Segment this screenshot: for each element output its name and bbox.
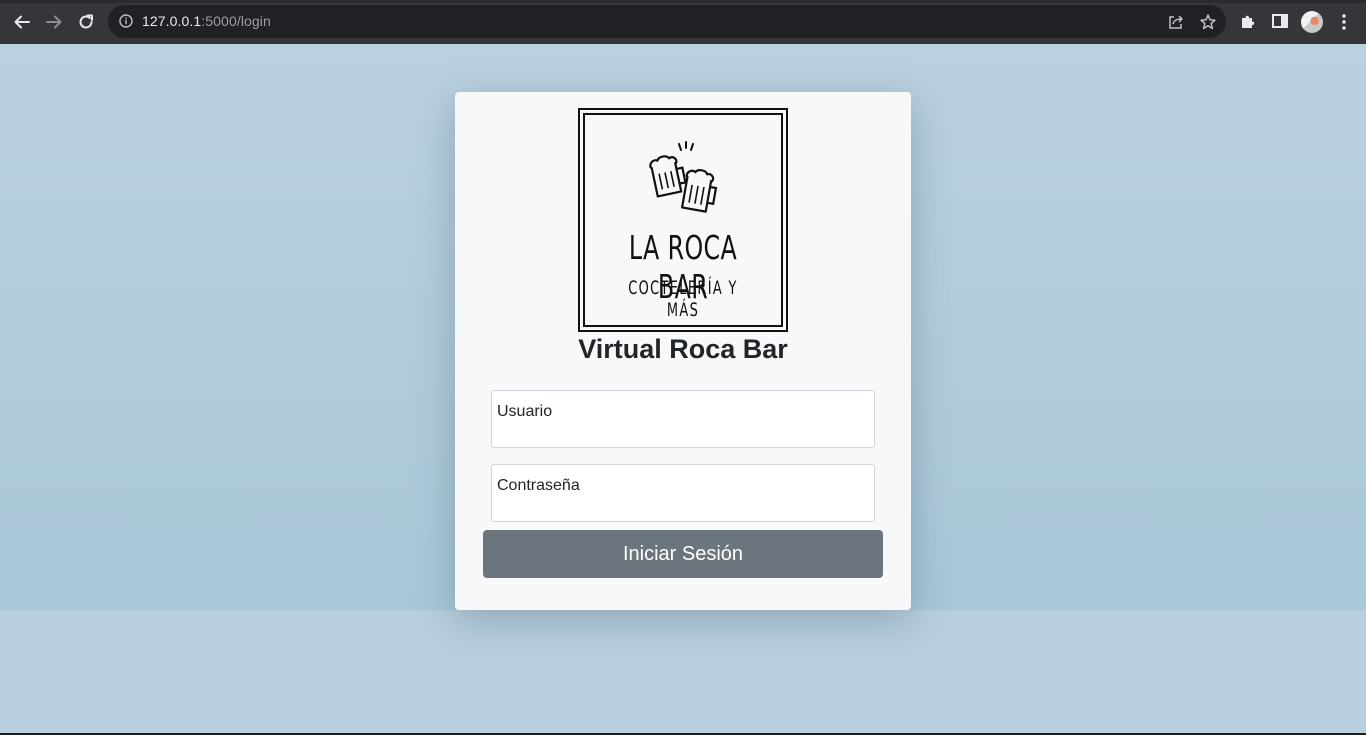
password-field[interactable]: Contraseña [491,464,875,522]
username-field[interactable]: Usuario [491,390,875,448]
username-label: Usuario [497,403,553,420]
beer-mugs-icon [649,141,718,213]
tab-strip-edge [0,0,1366,3]
browser-toolbar: 127.0.0.1:5000/login [0,0,1366,44]
info-icon[interactable] [119,14,133,28]
arrow-left-icon [14,15,30,29]
forward-button[interactable] [42,10,66,34]
page-title: Virtual Roca Bar [578,334,788,364]
login-button[interactable]: Iniciar Sesión [483,530,883,578]
avatar[interactable] [1301,11,1323,33]
login-card: LA ROCA BAR COCTELERÍA Y MÁS Virtual Roc… [455,92,911,610]
kebab-menu-icon[interactable] [1342,13,1346,31]
password-label: Contraseña [497,477,580,494]
url-host: 127.0.0.1 [142,13,202,29]
reload-button[interactable] [74,10,98,34]
password-input[interactable] [497,497,867,517]
url-text[interactable]: 127.0.0.1:5000/login [142,13,271,29]
address-bar[interactable]: 127.0.0.1:5000/login [108,5,1226,38]
back-button[interactable] [10,10,34,34]
logo-tagline: COCTELERÍA Y MÁS [628,277,738,321]
reload-icon [79,14,93,29]
puzzle-icon[interactable] [1239,12,1257,30]
page-background-lower [0,610,1366,733]
arrow-right-icon [46,15,62,29]
star-icon[interactable] [1199,13,1217,31]
url-path: :5000/login [201,13,271,29]
username-input[interactable] [497,423,867,443]
side-panel-icon[interactable] [1271,12,1289,30]
logo: LA ROCA BAR COCTELERÍA Y MÁS [578,108,788,332]
share-icon[interactable] [1167,13,1185,31]
